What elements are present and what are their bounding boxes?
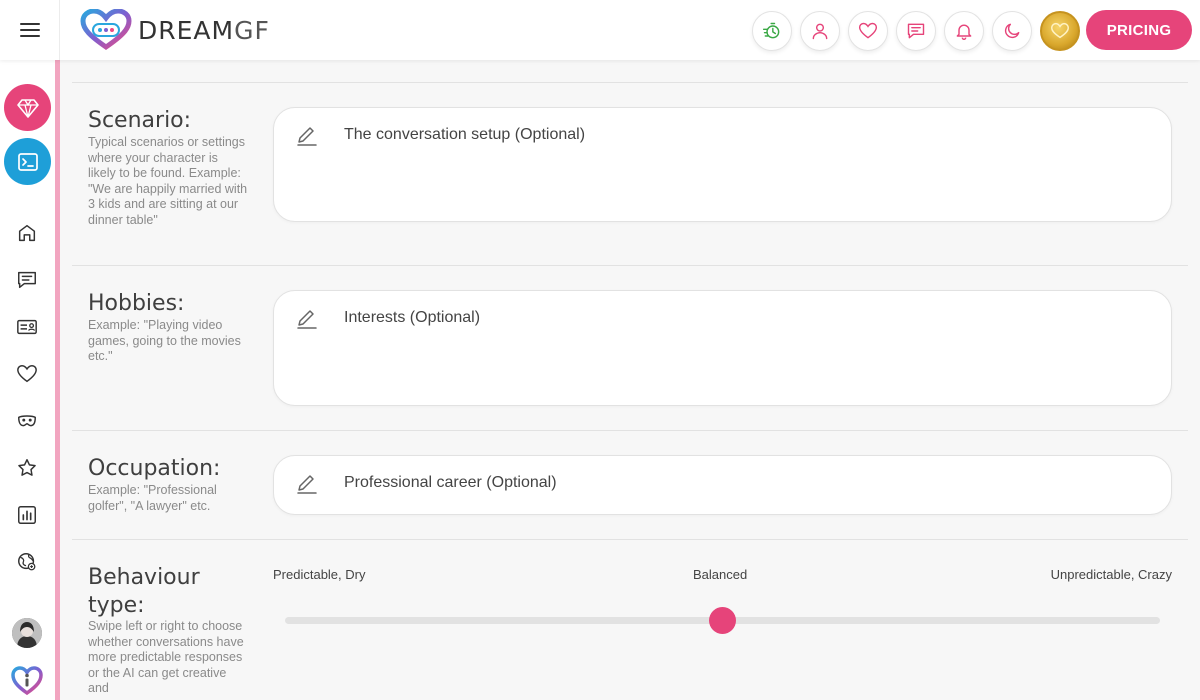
pencil-icon <box>297 475 317 494</box>
sidebar-item-profiles[interactable] <box>12 312 42 342</box>
avatar-image-icon <box>12 618 42 648</box>
diamond-icon <box>16 98 39 118</box>
brand-logo[interactable]: DREAMGF <box>80 9 270 51</box>
occupation-placeholder: Professional career (Optional) <box>344 474 557 491</box>
notifications-button[interactable] <box>944 11 984 51</box>
heart-icon <box>17 365 37 383</box>
behaviour-title-line1: Behaviour <box>88 565 200 590</box>
id-card-icon <box>17 319 37 335</box>
hobbies-placeholder: Interests (Optional) <box>344 309 481 326</box>
moon-icon <box>1004 23 1020 39</box>
sidebar-item-starred[interactable] <box>12 453 42 483</box>
pencil-icon <box>297 310 317 329</box>
user-avatar[interactable] <box>12 618 42 648</box>
logo-text-accent: GF <box>234 15 270 45</box>
logo-text: DREAMGF <box>138 16 270 45</box>
favorites-button[interactable] <box>848 11 888 51</box>
home-icon <box>18 224 36 242</box>
sidebar-item-favorites[interactable] <box>12 359 42 389</box>
scenario-title: Scenario: <box>88 108 192 133</box>
chat-icon <box>907 23 925 39</box>
slider-label-left: Predictable, Dry <box>273 567 366 582</box>
section-divider <box>72 430 1188 431</box>
bell-icon <box>956 24 972 40</box>
chat-icon <box>18 271 36 289</box>
hobbies-title: Hobbies: <box>88 291 185 316</box>
section-divider <box>72 265 1188 266</box>
user-icon <box>812 23 828 40</box>
globe-icon <box>18 553 36 571</box>
app-logo-icon[interactable] <box>11 664 43 696</box>
hobbies-input[interactable]: Interests (Optional) <box>273 290 1172 406</box>
top-header: DREAMGF PRICING <box>0 0 1200 60</box>
sidebar-item-explore[interactable] <box>12 547 42 577</box>
dark-mode-button[interactable] <box>992 11 1032 51</box>
coins-button[interactable] <box>1040 11 1080 51</box>
slider-label-right: Unpredictable, Crazy <box>1050 567 1172 582</box>
hamburger-icon <box>19 23 40 37</box>
section-divider <box>72 539 1188 540</box>
messages-button[interactable] <box>896 11 936 51</box>
occupation-title: Occupation: <box>88 456 221 481</box>
hobbies-description: Example: "Playing video games, going to … <box>88 318 241 363</box>
star-icon <box>18 459 36 476</box>
header-actions <box>744 11 1080 51</box>
timer-button[interactable] <box>752 11 792 51</box>
occupation-input[interactable]: Professional career (Optional) <box>273 455 1172 515</box>
sidebar-item-premium[interactable] <box>4 84 51 131</box>
menu-toggle-button[interactable] <box>0 0 60 60</box>
chart-icon <box>18 506 36 524</box>
mask-icon <box>18 415 36 427</box>
scenario-placeholder: The conversation setup (Optional) <box>344 126 586 143</box>
character-form: Scenario: Typical scenarios or settings … <box>60 60 1200 700</box>
pricing-button[interactable]: PRICING <box>1086 10 1192 50</box>
timer-icon <box>762 22 780 39</box>
sidebar-item-home[interactable] <box>12 218 42 248</box>
sidebar-item-stats[interactable] <box>12 500 42 530</box>
occupation-description: Example: "Professional golfer", "A lawye… <box>88 483 217 513</box>
terminal-icon <box>17 152 38 171</box>
pencil-icon <box>297 127 317 146</box>
sidebar-item-roleplay[interactable] <box>12 406 42 436</box>
profile-button[interactable] <box>800 11 840 51</box>
scenario-description: Typical scenarios or settings where your… <box>88 135 248 227</box>
sidebar-item-console[interactable] <box>4 138 51 185</box>
logo-heart-icon <box>80 9 132 51</box>
behaviour-title-line2: type: <box>88 593 145 618</box>
behaviour-description: Swipe left or right to choose whether co… <box>88 619 244 695</box>
coin-icon <box>1051 22 1069 39</box>
logo-text-main: DREAM <box>138 15 235 45</box>
sidebar-item-chats[interactable] <box>12 265 42 295</box>
section-divider <box>72 82 1188 83</box>
left-sidebar <box>0 60 55 700</box>
scenario-input[interactable]: The conversation setup (Optional) <box>273 107 1172 222</box>
heart-icon <box>858 22 878 39</box>
slider-label-center: Balanced <box>693 567 748 582</box>
behaviour-slider-thumb[interactable] <box>709 607 736 634</box>
